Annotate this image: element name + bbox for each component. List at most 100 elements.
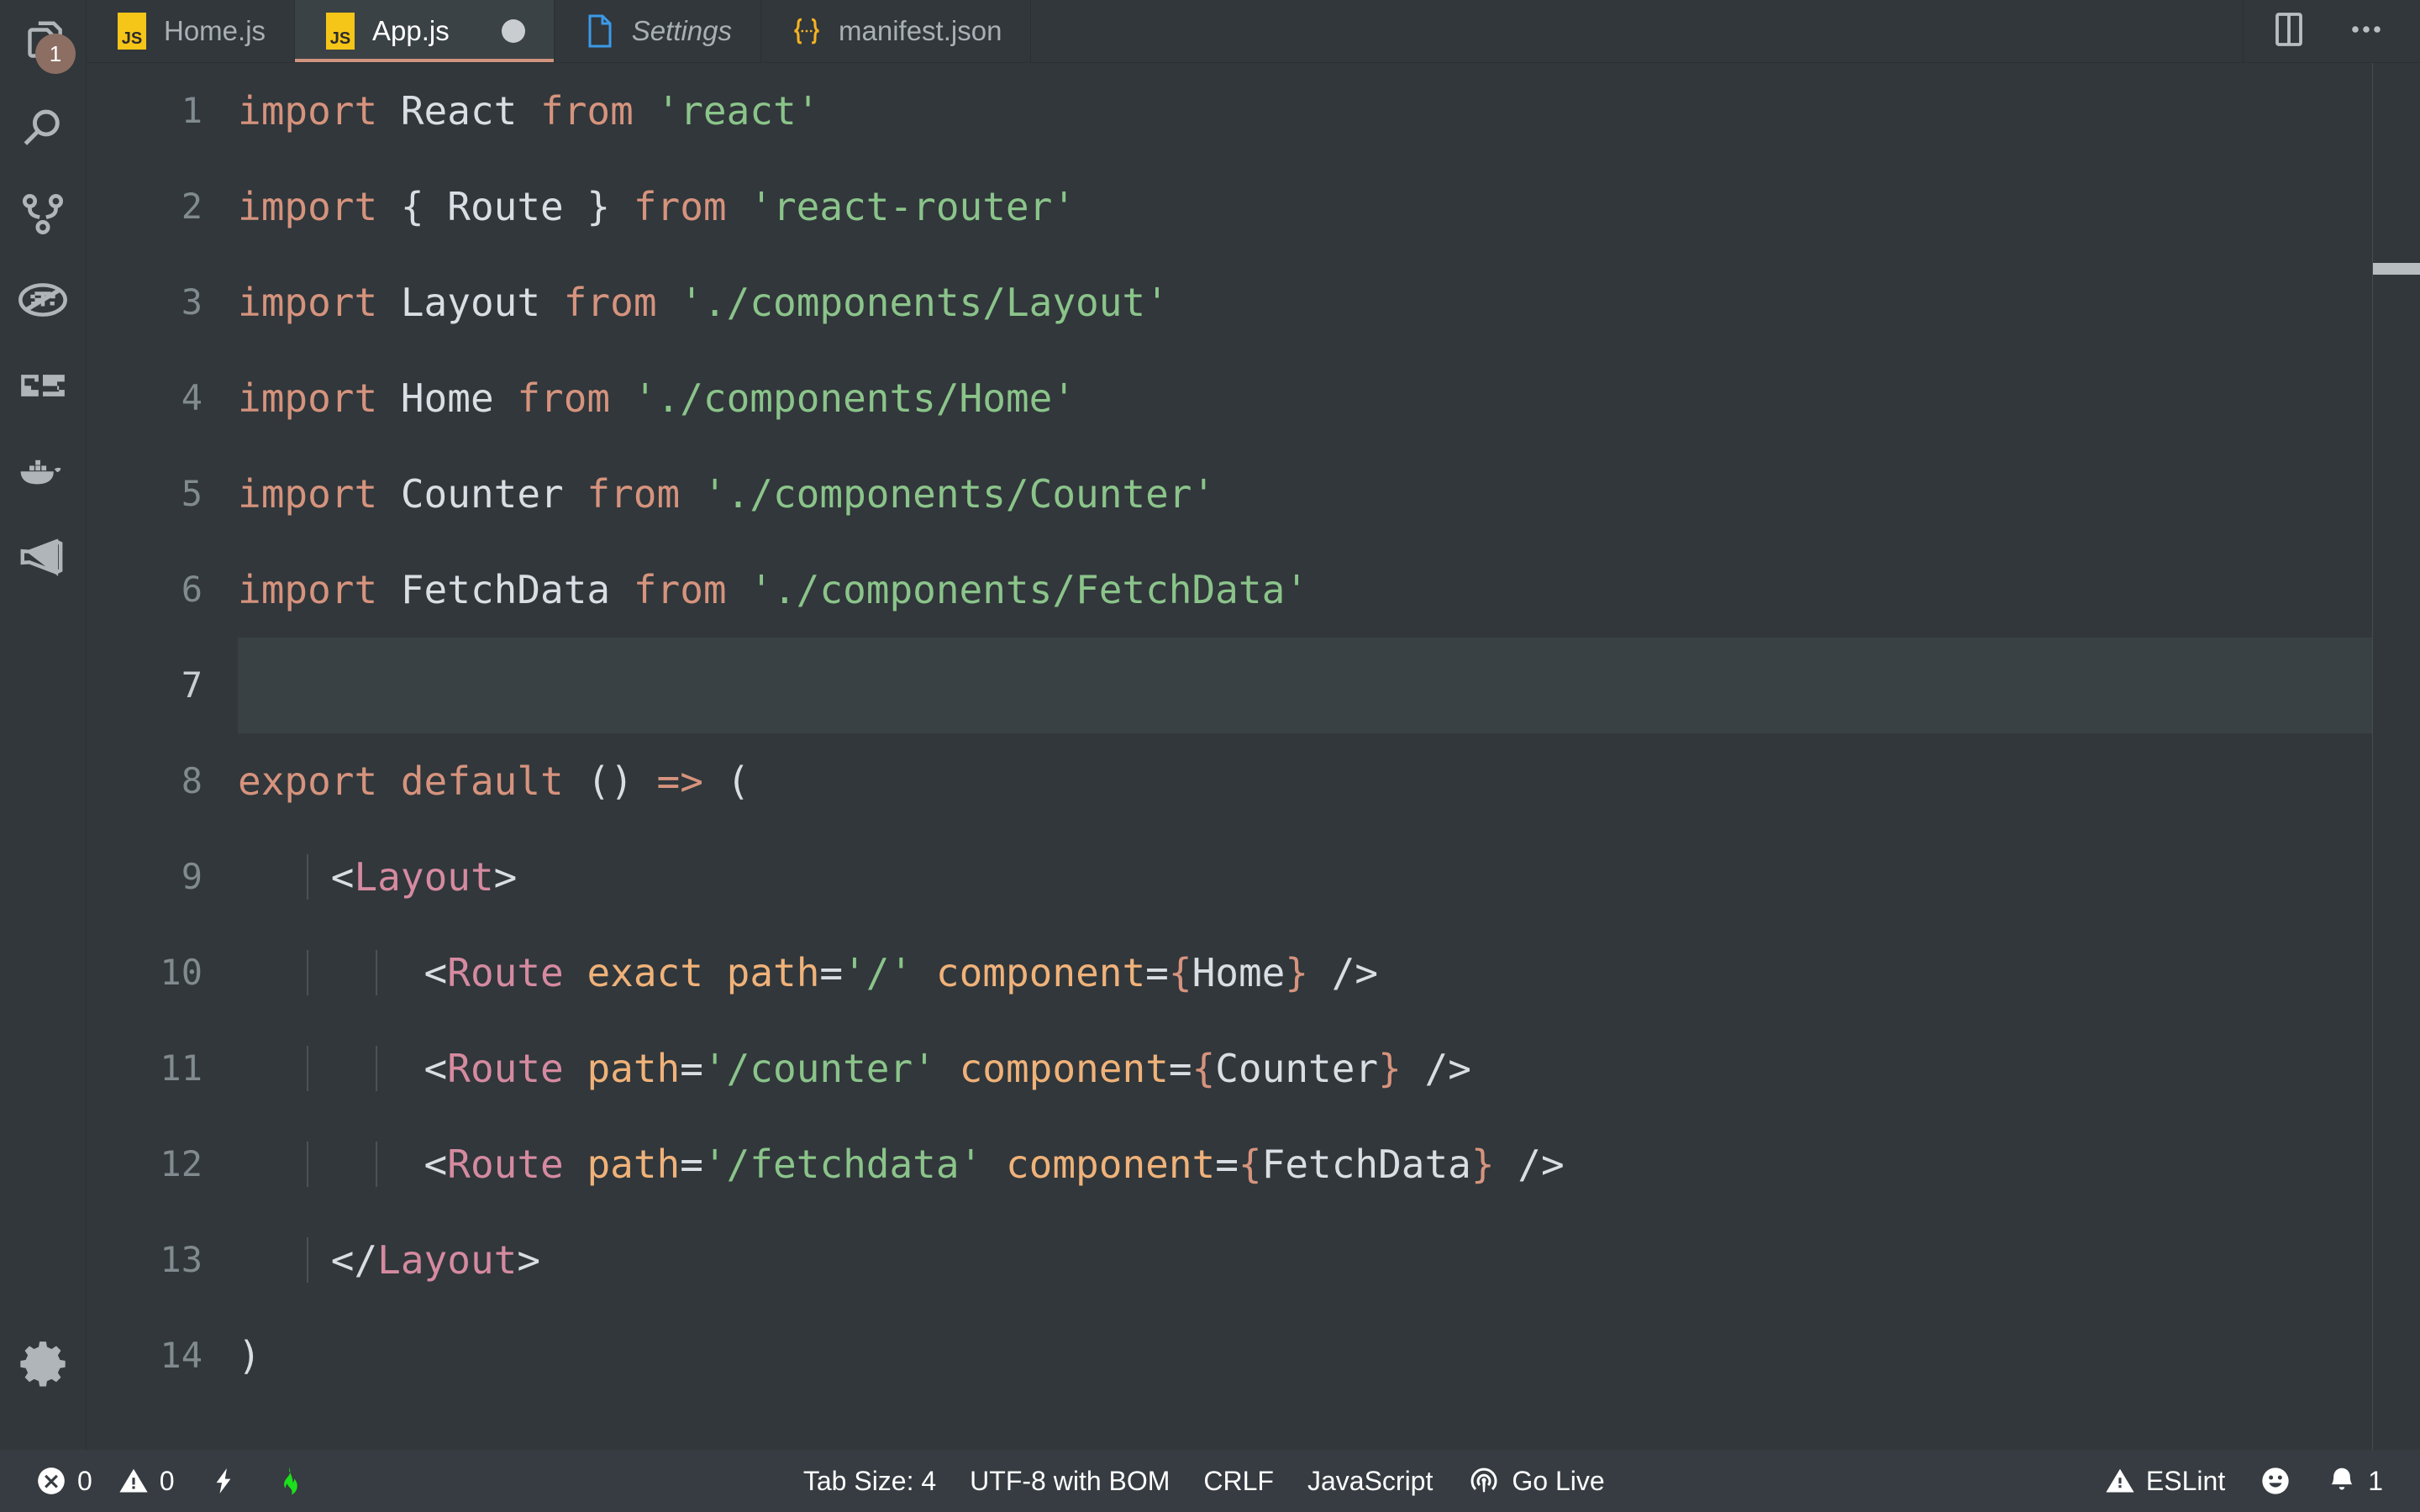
line-number: 2 [181,186,203,227]
lightning-bolt-icon [208,1464,239,1498]
eslint-label: ESLint [2145,1465,2226,1496]
vscode-window: 1 JS Home.js JS App.js Settings manifest… [0,0,2420,1512]
line-content: <Route exact path='/' component={Home} /… [238,950,1379,995]
editor-tab-manifest-json[interactable]: manifest.json [761,0,1032,62]
status-lightning[interactable] [192,1450,255,1512]
line-number: 10 [160,952,203,993]
activity-bar-item-extensions[interactable] [0,343,86,428]
line-content: import Home from './components/Home' [238,375,1076,421]
code-line-current[interactable]: 7 [87,638,2372,733]
line-content: ) [238,1333,261,1378]
activity-bar-item-manage[interactable] [0,1320,86,1406]
activity-bar-item-source-control[interactable] [0,171,86,257]
notification-count: 1 [2368,1465,2383,1496]
smiley-icon [2259,1464,2292,1498]
editor-overview-ruler[interactable] [2372,63,2420,1450]
tab-label: Home.js [164,15,266,46]
debug-disabled-icon [16,273,70,327]
go-live-label: Go Live [1512,1465,1605,1496]
broadcast-icon [1466,1463,1502,1499]
editor-tab-bar: JS Home.js JS App.js Settings manifest.j… [87,0,2420,63]
explorer-badge: 1 [35,34,76,74]
code-line[interactable]: 3 import Layout from './components/Layou… [87,255,2372,350]
line-number: 7 [87,638,238,733]
line-content: <Layout> [238,854,518,900]
flame-icon [272,1463,304,1499]
line-content: import Layout from './components/Layout' [238,280,1169,325]
gear-icon [15,1336,71,1391]
code-line[interactable]: 2 import { Route } from 'react-router' [87,159,2372,255]
tab-label: manifest.json [839,15,1002,46]
activity-bar-item-docker[interactable] [0,428,86,514]
vscode-icon [15,529,71,585]
code-line[interactable]: 5 import Counter from './components/Coun… [87,446,2372,542]
error-count: 0 [77,1465,92,1496]
line-content: import FetchData from './components/Fetc… [238,567,1308,612]
tab-bar-empty-space [1031,0,2244,62]
line-number: 6 [181,569,203,610]
line-number: 4 [181,377,203,418]
code-lines[interactable]: 1 import React from 'react' 2 import { R… [87,63,2372,1450]
status-eslint[interactable]: ESLint [2087,1450,2242,1512]
line-content: <Route path='/fetchdata' component={Fetc… [238,1142,1565,1187]
ellipsis-icon[interactable] [2346,9,2386,54]
extensions-icon [17,360,69,412]
line-content: import React from 'react' [238,88,820,134]
error-icon [35,1465,67,1497]
code-line[interactable]: 4 import Home from './components/Home' [87,350,2372,446]
editor-tab-home-js[interactable]: JS Home.js [87,0,296,62]
line-number: 14 [160,1335,203,1376]
editor-actions [2244,0,2420,62]
code-line[interactable]: 14 ) [87,1308,2372,1404]
code-line[interactable]: 10 <Route exact path='/' component={Home… [87,925,2372,1021]
warning-count: 0 [159,1465,175,1496]
editor-viewport[interactable]: 1 import React from 'react' 2 import { R… [87,63,2420,1450]
status-language-mode[interactable]: JavaScript [1291,1450,1449,1512]
line-number: 12 [160,1143,203,1184]
line-content: </Layout> [238,1237,541,1283]
minimap-slider [2373,263,2420,275]
editor-tab-app-js[interactable]: JS App.js [295,0,555,62]
activity-bar-item-run-and-debug[interactable] [0,257,86,343]
line-number: 8 [181,760,203,801]
warning-icon [118,1465,150,1497]
code-line[interactable]: 8 export default () => ( [87,733,2372,829]
code-line[interactable]: 9 <Layout> [87,829,2372,925]
line-content: import { Route } from 'react-router' [238,184,1076,229]
dirty-indicator-icon[interactable] [501,19,525,43]
editor-group: JS Home.js JS App.js Settings manifest.j… [87,0,2420,1450]
line-number: 5 [181,473,203,514]
status-problems[interactable]: 0 0 [18,1450,192,1512]
status-flame[interactable] [255,1450,321,1512]
line-number: 11 [160,1047,203,1089]
status-bar-right: ESLint 1 [2087,1450,2420,1512]
status-notifications[interactable]: 1 [2309,1450,2400,1512]
status-bar-left: 0 0 [0,1450,321,1512]
activity-bar-item-explorer[interactable]: 1 [0,0,86,86]
split-editor-icon[interactable] [2269,9,2309,54]
activity-bar-item-vscode[interactable] [0,514,86,600]
line-content: export default () => ( [238,759,750,804]
tab-label: Settings [631,15,732,46]
code-line[interactable]: 13 </Layout> [87,1212,2372,1308]
search-icon [17,102,69,155]
status-bar-center: Tab Size: 4 UTF-8 with BOM CRLF JavaScri… [321,1450,2087,1512]
window-body: 1 JS Home.js JS App.js Settings manifest… [0,0,2420,1450]
docker-icon [15,444,71,499]
status-tab-size[interactable]: Tab Size: 4 [786,1450,953,1512]
status-go-live[interactable]: Go Live [1449,1450,1621,1512]
bell-icon [2326,1464,2358,1498]
editor-tab-settings[interactable]: Settings [554,0,761,62]
activity-bar: 1 [0,0,87,1450]
status-eol[interactable]: CRLF [1186,1450,1291,1512]
status-encoding[interactable]: UTF-8 with BOM [953,1450,1186,1512]
activity-bar-item-search[interactable] [0,86,86,171]
code-line[interactable]: 12 <Route path='/fetchdata' component={F… [87,1116,2372,1212]
line-content: <Route path='/counter' component={Counte… [238,1046,1471,1091]
tab-label: App.js [372,15,450,46]
status-feedback[interactable] [2242,1450,2309,1512]
js-file-icon: JS [115,13,149,50]
code-line[interactable]: 1 import React from 'react' [87,63,2372,159]
code-line[interactable]: 11 <Route path='/counter' component={Cou… [87,1021,2372,1116]
code-line[interactable]: 6 import FetchData from './components/Fe… [87,542,2372,638]
